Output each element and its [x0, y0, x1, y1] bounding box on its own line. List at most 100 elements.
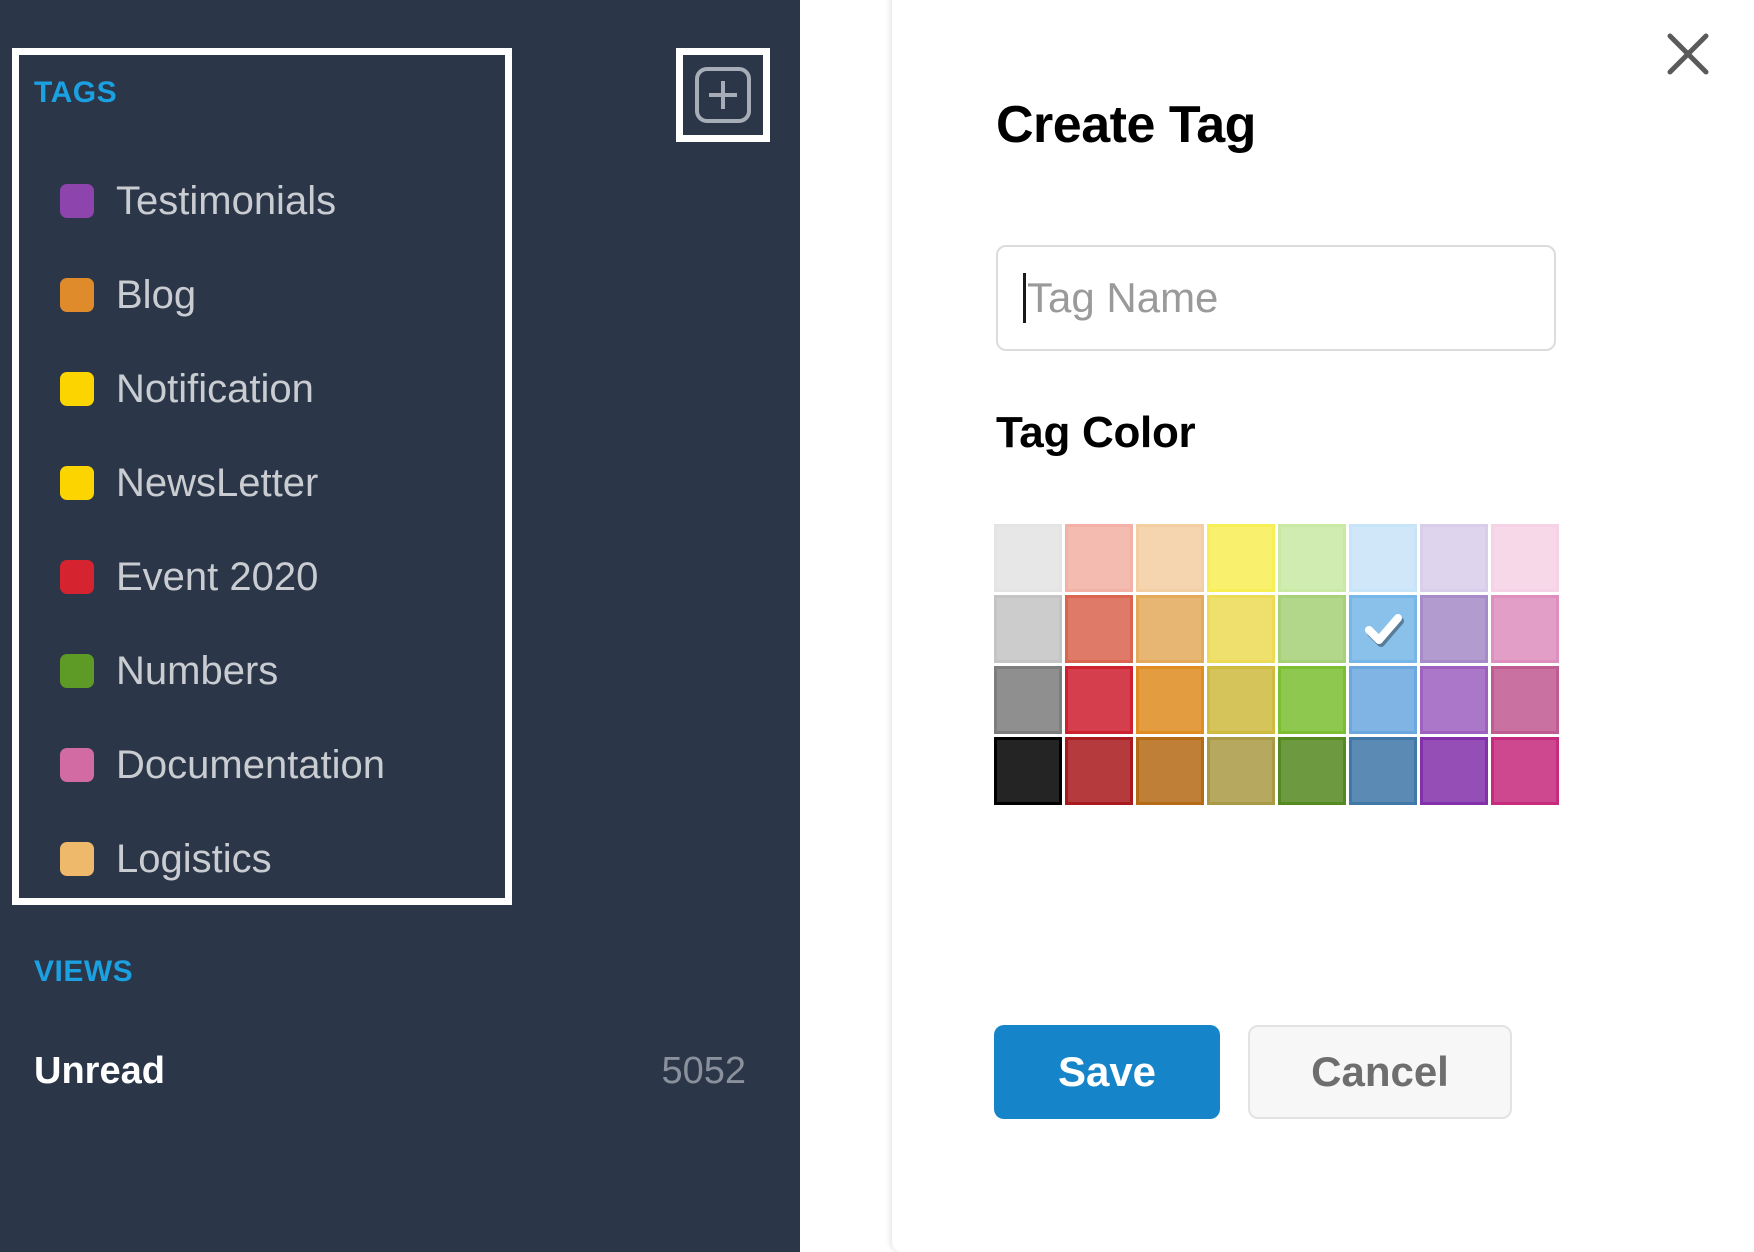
tag-color-swatch-icon	[60, 654, 94, 688]
tag-color-swatch-icon	[60, 560, 94, 594]
color-swatch-inner	[1494, 740, 1556, 802]
color-swatch-inner	[1068, 740, 1130, 802]
color-swatch-selected[interactable]	[1349, 595, 1417, 663]
color-swatch[interactable]	[1420, 737, 1488, 805]
color-swatch-inner	[1139, 598, 1201, 660]
color-swatch-inner	[1352, 740, 1414, 802]
color-swatch[interactable]	[1065, 737, 1133, 805]
color-swatch-inner	[1423, 527, 1485, 589]
dialog-actions: Save Cancel	[994, 1025, 1512, 1119]
color-swatch-inner	[1068, 527, 1130, 589]
color-swatch-inner	[997, 740, 1059, 802]
color-swatch-inner	[997, 527, 1059, 589]
tag-list-item-label: Documentation	[116, 742, 386, 787]
views-list-item-count: 5052	[661, 1049, 746, 1092]
color-swatch[interactable]	[994, 666, 1062, 734]
color-swatch-inner	[1423, 740, 1485, 802]
color-swatch[interactable]	[1207, 595, 1275, 663]
color-swatch[interactable]	[1349, 524, 1417, 592]
tag-list-item-label: Testimonials	[116, 178, 337, 223]
views-section: VIEWS Unread 5052	[34, 955, 754, 1101]
color-swatch[interactable]	[1420, 666, 1488, 734]
tag-color-swatch-icon	[60, 278, 94, 312]
views-list-item[interactable]: Unread 5052	[34, 1041, 746, 1101]
app-root: TAGS Testimonials Blog Notification NewsLet…	[0, 0, 1754, 1252]
color-swatch-inner	[1210, 740, 1272, 802]
color-swatch-grid	[994, 524, 1561, 807]
color-swatch[interactable]	[1491, 737, 1559, 805]
color-swatch[interactable]	[1065, 666, 1133, 734]
tag-list-item-label: Notification	[116, 366, 314, 411]
color-swatch[interactable]	[1065, 595, 1133, 663]
color-swatch-inner	[1068, 598, 1130, 660]
color-swatch[interactable]	[1491, 524, 1559, 592]
tag-list-item-label: Event 2020	[116, 554, 319, 599]
color-swatch[interactable]	[1349, 666, 1417, 734]
tags-section-label: TAGS	[34, 76, 118, 109]
color-swatch-inner	[1494, 598, 1556, 660]
color-swatch[interactable]	[994, 595, 1062, 663]
color-swatch[interactable]	[1491, 595, 1559, 663]
color-swatch[interactable]	[994, 737, 1062, 805]
color-swatch[interactable]	[1136, 737, 1204, 805]
color-swatch-inner	[1352, 669, 1414, 731]
color-swatch[interactable]	[1207, 666, 1275, 734]
tag-list-item-label: Numbers	[116, 648, 279, 693]
views-list-item-label: Unread	[34, 1049, 165, 1092]
color-swatch[interactable]	[1278, 524, 1346, 592]
tag-list-item[interactable]: Notification	[34, 342, 512, 436]
tag-color-label: Tag Color	[996, 408, 1196, 457]
color-swatch[interactable]	[1420, 524, 1488, 592]
tag-list-item[interactable]: NewsLetter	[34, 436, 512, 530]
plus-square-icon-v	[721, 81, 725, 109]
check-icon	[1349, 595, 1417, 663]
color-swatch[interactable]	[1065, 524, 1133, 592]
views-list: Unread 5052	[34, 1041, 754, 1101]
color-swatch[interactable]	[1136, 666, 1204, 734]
color-swatch[interactable]	[1278, 737, 1346, 805]
color-swatch-inner	[1281, 669, 1343, 731]
color-swatch-inner	[1210, 527, 1272, 589]
tag-list-item[interactable]: Testimonials	[34, 154, 512, 248]
save-button[interactable]: Save	[994, 1025, 1220, 1119]
tags-section: TAGS Testimonials Blog Notification NewsLet…	[12, 48, 512, 905]
color-swatch[interactable]	[1278, 666, 1346, 734]
dialog-title: Create Tag	[996, 96, 1256, 154]
color-swatch[interactable]	[1349, 737, 1417, 805]
add-tag-button[interactable]	[695, 67, 751, 123]
text-caret	[1023, 273, 1026, 323]
tag-list-item-label: Logistics	[116, 836, 272, 881]
color-swatch[interactable]	[1136, 595, 1204, 663]
sidebar: TAGS Testimonials Blog Notification NewsLet…	[0, 0, 890, 1252]
color-swatch-inner	[1068, 669, 1130, 731]
tag-color-swatch-icon	[60, 466, 94, 500]
tag-list-item[interactable]: Blog	[34, 248, 512, 342]
tag-list-item[interactable]: Logistics	[34, 812, 512, 906]
tag-color-swatch-icon	[60, 184, 94, 218]
tag-list-item[interactable]: Documentation	[34, 718, 512, 812]
tag-color-swatch-icon	[60, 748, 94, 782]
tag-color-swatch-icon	[60, 372, 94, 406]
cancel-button[interactable]: Cancel	[1248, 1025, 1512, 1119]
color-swatch[interactable]	[1207, 737, 1275, 805]
color-swatch[interactable]	[1207, 524, 1275, 592]
tag-name-input[interactable]: Tag Name	[996, 245, 1556, 351]
color-swatch-inner	[1494, 669, 1556, 731]
color-swatch[interactable]	[1491, 666, 1559, 734]
create-tag-dialog: Create Tag Tag Name Tag Color Save Cance…	[892, 0, 1754, 1252]
color-swatch[interactable]	[1136, 524, 1204, 592]
color-swatch-inner	[1210, 669, 1272, 731]
tag-color-swatch-icon	[60, 842, 94, 876]
tag-list-item-label: NewsLetter	[116, 460, 319, 505]
color-swatch-inner	[1210, 598, 1272, 660]
color-swatch-inner	[1281, 740, 1343, 802]
color-swatch[interactable]	[1420, 595, 1488, 663]
tag-list-item[interactable]: Event 2020	[34, 530, 512, 624]
color-swatch[interactable]	[1278, 595, 1346, 663]
close-icon[interactable]	[1660, 26, 1716, 82]
color-swatch-inner	[1139, 527, 1201, 589]
tag-list-item[interactable]: Numbers	[34, 624, 512, 718]
views-section-label: VIEWS	[34, 955, 134, 988]
color-swatch[interactable]	[994, 524, 1062, 592]
color-swatch-inner	[1139, 740, 1201, 802]
